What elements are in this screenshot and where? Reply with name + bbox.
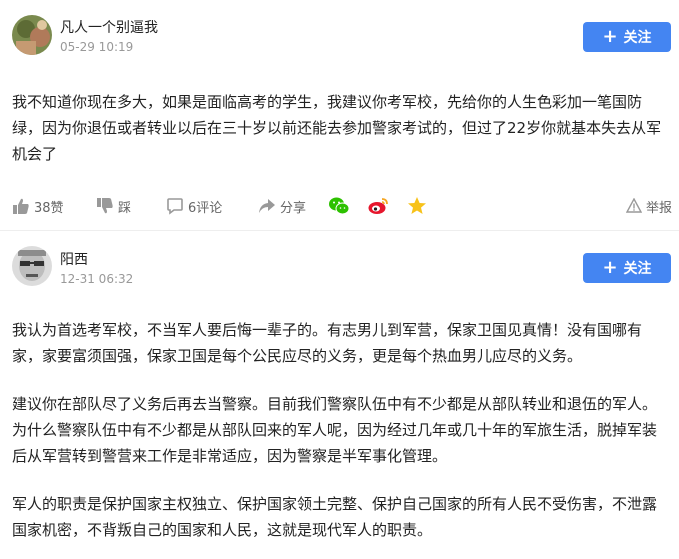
avatar[interactable]: [12, 15, 52, 55]
dislike-label: 踩: [118, 200, 132, 216]
follow-button[interactable]: + 关注: [583, 22, 671, 52]
thumbs-up-icon: [13, 198, 29, 214]
comment-icon: [167, 198, 183, 215]
answer-paragraph: 我不知道你现在多大，如果是面临高考的学生，我建议你考军校，先给你的人生色彩加一笔…: [12, 93, 662, 163]
username[interactable]: 阳西: [60, 249, 88, 269]
timestamp: 05-29 10:19: [60, 40, 134, 54]
answer-paragraph: 建议你在部队尽了义务后再去当警察。目前我们警察队伍中有不少都是从部队转业和退伍的…: [12, 395, 658, 465]
answer-paragraph: 军人的职责是保护国家主权独立、保护国家领土完整、保护自己国家的所有人民不受伤害，…: [12, 495, 658, 539]
dislike-button[interactable]: 踩: [96, 194, 131, 218]
like-count: 38赞: [34, 200, 64, 216]
qzone-share-button[interactable]: [407, 194, 427, 218]
share-icon: [259, 199, 275, 213]
report-button[interactable]: 举报: [626, 194, 672, 218]
thumbs-down-icon: [97, 198, 113, 214]
plus-icon: +: [602, 257, 618, 278]
comment-count: 6评论: [188, 200, 223, 216]
username[interactable]: 凡人一个别逼我: [60, 17, 158, 37]
weibo-icon: [368, 198, 388, 214]
answer-paragraph: 我认为首选考军校，不当军人要后悔一辈子的。有志男儿到军营，保家卫国见真情！没有国…: [12, 321, 643, 365]
follow-label: 关注: [623, 30, 652, 46]
answer-card: 凡人一个别逼我 05-29 10:19 + 关注 我不知道你现在多大，如果是面临…: [0, 0, 679, 240]
share-label: 分享: [280, 200, 307, 216]
report-label: 举报: [646, 200, 673, 216]
avatar[interactable]: [12, 246, 52, 286]
answer-card: 阳西 12-31 06:32 + 关注 我认为首选考军校，不当军人要后悔一辈子的…: [0, 231, 679, 559]
like-button[interactable]: 38赞: [12, 194, 64, 218]
weibo-share-button[interactable]: [367, 194, 389, 218]
comment-button[interactable]: 6评论: [166, 194, 222, 218]
share-button[interactable]: 分享: [258, 194, 306, 218]
warning-icon: [626, 198, 642, 213]
plus-icon: +: [602, 26, 618, 47]
follow-button[interactable]: + 关注: [583, 253, 671, 283]
star-icon: [408, 197, 426, 214]
action-bar: 38赞 踩 6评论 分享 举报: [0, 194, 679, 218]
follow-label: 关注: [623, 261, 652, 277]
wechat-icon: [329, 197, 350, 215]
timestamp: 12-31 06:32: [60, 272, 134, 286]
wechat-share-button[interactable]: [328, 194, 350, 218]
